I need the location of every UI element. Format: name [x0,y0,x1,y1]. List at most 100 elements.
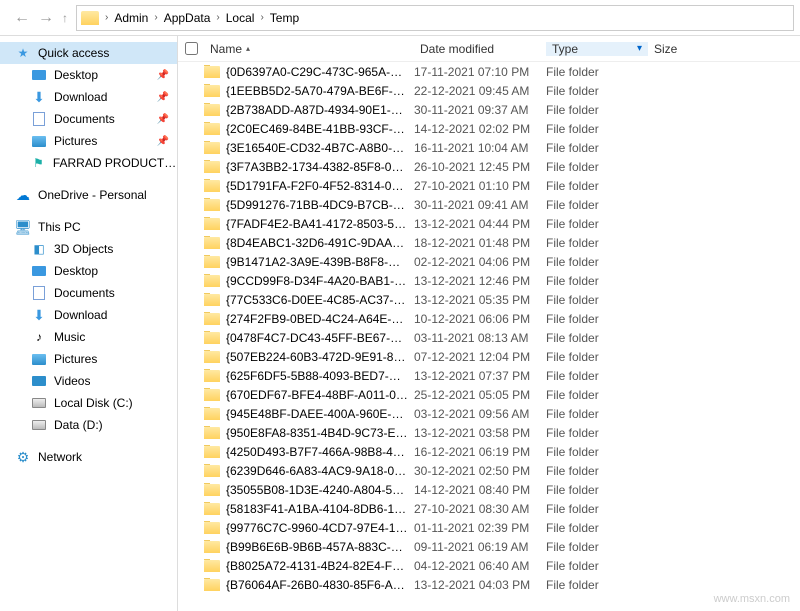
file-row[interactable]: {35055B08-1D3E-4240-A804-5F95F73E...14-1… [178,480,800,499]
file-row[interactable]: {99776C7C-9960-4CD7-97E4-17905AA...01-11… [178,518,800,537]
folder-icon [204,142,220,154]
file-row[interactable]: {3F7A3BB2-1734-4382-85F8-0F740B71...26-1… [178,157,800,176]
pin-icon: 📌 [157,70,169,81]
file-name: {274F2FB9-0BED-4C24-A64E-3B7356B5... [226,312,408,326]
file-date-cell: 27-10-2021 01:10 PM [414,179,546,193]
file-name-cell: {35055B08-1D3E-4240-A804-5F95F73E... [204,483,414,497]
folder-icon [204,104,220,116]
file-name: {5D991276-71BB-4DC9-B7CB-D9D8BD... [226,198,408,212]
folder-icon [204,332,220,344]
file-name: {7FADF4E2-BA41-4172-8503-596E7978... [226,217,408,231]
column-header-date[interactable]: Date modified [414,42,546,56]
file-row[interactable]: {3E16540E-CD32-4B7C-A8B0-9020F65...16-11… [178,138,800,157]
file-row[interactable]: {8D4EABC1-32D6-491C-9DAA-FED6C6...18-12-… [178,233,800,252]
nav-onedrive[interactable]: ☁ OneDrive - Personal [0,184,177,206]
file-date-cell: 13-12-2021 04:03 PM [414,578,546,592]
file-date-cell: 27-10-2021 08:30 AM [414,502,546,516]
nav-documents-pc[interactable]: Documents [0,282,177,304]
file-row[interactable]: {1EEBB5D2-5A70-479A-BE6F-ACFC06F...22-12… [178,81,800,100]
chevron-right-icon[interactable]: › [103,12,110,23]
file-row[interactable]: {B76064AF-26B0-4830-85F6-A87A038...13-12… [178,575,800,594]
file-list[interactable]: {0D6397A0-C29C-473C-965A-5AB92FF... 17-11… [178,62,800,611]
column-header-size[interactable]: Size [648,42,708,56]
quick-access[interactable]: ★ Quick access [0,42,177,64]
column-header-name[interactable]: Name ▴ [204,42,414,56]
breadcrumb-item[interactable]: Temp [266,9,303,27]
folder-icon [204,503,220,515]
nav-desktop-pc[interactable]: Desktop [0,260,177,282]
file-row[interactable]: {2B738ADD-A87D-4934-90E1-F91F226...30-11… [178,100,800,119]
back-arrow-icon[interactable]: ← [14,9,30,27]
chevron-right-icon[interactable]: › [258,12,265,23]
file-row[interactable]: {507EB224-60B3-472D-9E91-8A361C6F...07-1… [178,347,800,366]
nav-download[interactable]: ⬇ Download 📌 [0,86,177,108]
checkbox[interactable] [185,42,198,55]
nav-music[interactable]: ♪ Music [0,326,177,348]
nav-videos[interactable]: Videos [0,370,177,392]
file-name: {B99B6E6B-9B6B-457A-883C-CE66B70... [226,540,408,554]
nav-3d-objects[interactable]: ◧ 3D Objects [0,238,177,260]
file-row[interactable]: {58183F41-A1BA-4104-8DB6-1C54758...27-10… [178,499,800,518]
file-row[interactable]: {6239D646-6A83-4AC9-9A18-017A433...30-12… [178,461,800,480]
file-name: {0D6397A0-C29C-473C-965A-5AB92FF... [226,65,408,79]
nav-download-pc[interactable]: ⬇ Download [0,304,177,326]
file-row[interactable]: {670EDF67-BFE4-48BF-A011-0CED9B4...25-12… [178,385,800,404]
file-name-cell: {3E16540E-CD32-4B7C-A8B0-9020F65... [204,141,414,155]
column-header-type[interactable]: Type ▾ [546,42,648,56]
breadcrumb-item[interactable]: AppData [160,9,215,27]
file-name-cell: {99776C7C-9960-4CD7-97E4-17905AA... [204,521,414,535]
nav-farrad[interactable]: ⚑ FARRAD PRODUCTION [0,152,177,174]
file-date-cell: 17-11-2021 07:10 PM [414,65,546,79]
up-arrow-icon[interactable]: ↑ [62,11,68,25]
download-icon: ⬇ [30,89,48,105]
star-icon: ★ [14,45,32,61]
file-date-cell: 14-12-2021 02:02 PM [414,122,546,136]
nav-desktop[interactable]: Desktop 📌 [0,64,177,86]
nav-documents[interactable]: Documents 📌 [0,108,177,130]
forward-arrow-icon[interactable]: → [38,9,54,27]
nav-label: Download [54,308,107,322]
breadcrumb-item[interactable]: Local [222,9,259,27]
nav-pictures[interactable]: Pictures 📌 [0,130,177,152]
file-type-cell: File folder [546,502,648,516]
file-row[interactable]: {0D6397A0-C29C-473C-965A-5AB92FF... 17-11… [178,62,800,81]
folder-icon [204,522,220,534]
file-row[interactable]: {77C533C6-D0EE-4C85-AC37-4465B1B...13-12… [178,290,800,309]
file-row[interactable]: {625F6DF5-5B88-4093-BED7-AFC387F9...13-1… [178,366,800,385]
nav-network[interactable]: ⚙ Network [0,446,177,468]
navigation-pane: ★ Quick access Desktop 📌 ⬇ Download 📌 Do… [0,36,178,611]
file-row[interactable]: {950E8FA8-8351-4B4D-9C73-E77450D3...13-1… [178,423,800,442]
folder-icon [204,351,220,363]
file-row[interactable]: {9B1471A2-3A9E-439B-B8F8-E28CBA4...02-12… [178,252,800,271]
file-row[interactable]: {B99B6E6B-9B6B-457A-883C-CE66B70...09-11… [178,537,800,556]
chevron-right-icon[interactable]: › [152,12,159,23]
select-all-checkbox[interactable] [178,42,204,55]
file-row[interactable]: {5D1791FA-F2F0-4F52-8314-046C9C8D...27-1… [178,176,800,195]
breadcrumb-item[interactable]: Admin [110,9,152,27]
file-row[interactable]: {0478F4C7-DC43-45FF-BE67-B0B735D...03-11… [178,328,800,347]
file-date-cell: 13-12-2021 05:35 PM [414,293,546,307]
file-name-cell: {4250D493-B7F7-466A-98B8-438A9C4... [204,445,414,459]
folder-icon [204,313,220,325]
file-row[interactable]: {945E48BF-DAEE-400A-960E-8FC0E5F...03-12… [178,404,800,423]
file-row[interactable]: {274F2FB9-0BED-4C24-A64E-3B7356B5...10-1… [178,309,800,328]
file-row[interactable]: {B8025A72-4131-4B24-82E4-FF3A8E14...04-1… [178,556,800,575]
chevron-down-icon[interactable]: ▾ [637,43,642,54]
file-type-cell: File folder [546,122,648,136]
file-row[interactable]: {2C0EC469-84BE-41BB-93CF-27A6F4E...14-12… [178,119,800,138]
file-date-cell: 14-12-2021 08:40 PM [414,483,546,497]
nav-label: Music [54,330,85,344]
file-row[interactable]: {4250D493-B7F7-466A-98B8-438A9C4...16-12… [178,442,800,461]
nav-local-disk-c[interactable]: Local Disk (C:) [0,392,177,414]
nav-this-pc[interactable]: 🖥 This PC [0,216,177,238]
chevron-right-icon[interactable]: › [214,12,221,23]
file-row[interactable]: {5D991276-71BB-4DC9-B7CB-D9D8BD...30-11-… [178,195,800,214]
file-date-cell: 01-11-2021 02:39 PM [414,521,546,535]
file-row[interactable]: {9CCD99F8-D34F-4A20-BAB1-6841C51...13-12… [178,271,800,290]
file-date-cell: 13-12-2021 07:37 PM [414,369,546,383]
nav-data-d[interactable]: Data (D:) [0,414,177,436]
file-type-cell: File folder [546,312,648,326]
address-bar[interactable]: › Admin › AppData › Local › Temp [76,5,794,31]
file-row[interactable]: {7FADF4E2-BA41-4172-8503-596E7978...13-1… [178,214,800,233]
nav-pictures-pc[interactable]: Pictures [0,348,177,370]
